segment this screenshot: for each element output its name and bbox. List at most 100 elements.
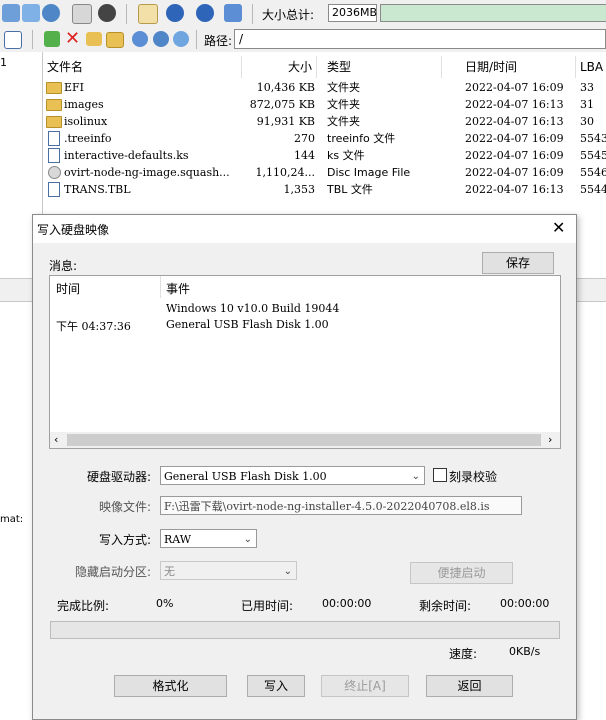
verify-label[interactable]: 刻录校验: [449, 468, 497, 485]
exit-icon[interactable]: [224, 4, 242, 22]
back-button[interactable]: 返回: [426, 675, 513, 697]
scroll-right-icon[interactable]: ›: [548, 433, 552, 446]
column-header-lba[interactable]: LBA: [580, 56, 606, 78]
new-folder-icon[interactable]: [86, 32, 102, 46]
close-icon[interactable]: ✕: [552, 218, 565, 237]
export-icon[interactable]: [138, 4, 158, 24]
hidden-partition-label: 隐藏启动分区:: [75, 565, 152, 579]
folder-icon: [46, 99, 62, 111]
file-type: 文件夹: [327, 115, 360, 128]
completion-value: 0%: [156, 597, 174, 610]
chevron-down-icon: ⌄: [243, 534, 252, 545]
column-header-name[interactable]: 文件名: [47, 56, 242, 78]
open-folder-icon[interactable]: [106, 32, 124, 48]
delete-icon[interactable]: ✕: [65, 28, 80, 49]
file-size: 1,110,24...: [255, 166, 315, 179]
column-header-size[interactable]: 大小: [241, 56, 317, 78]
file-icon-cell: [43, 96, 63, 113]
file-size: 10,436 KB: [256, 81, 315, 94]
file-date: 2022-04-07 16:13: [465, 115, 564, 128]
file-icon-cell: [43, 164, 63, 181]
toolbar-separator: [196, 30, 197, 49]
horizontal-scrollbar[interactable]: ‹ ›: [50, 432, 560, 448]
file-lba: 30: [580, 115, 594, 128]
speed-label: 速度:: [449, 647, 478, 661]
file-row[interactable]: EFI 10,436 KB 文件夹 2022-04-07 16:09 33: [43, 79, 606, 96]
burn-disc-icon[interactable]: [98, 4, 116, 22]
tree-item-fragment[interactable]: 1: [0, 56, 7, 69]
file-lba: 5545: [580, 149, 606, 162]
hidden-partition-value: 无: [164, 565, 175, 578]
file-icon: [48, 182, 60, 197]
scrollbar-thumb[interactable]: [67, 434, 541, 446]
path-input[interactable]: /: [234, 29, 606, 49]
refresh-icon[interactable]: [173, 31, 189, 47]
file-name: images: [64, 98, 104, 111]
file-size: 872,075 KB: [249, 98, 315, 111]
gear-icon[interactable]: [153, 31, 169, 47]
file-row[interactable]: interactive-defaults.ks 144 ks 文件 2022-04-0…: [43, 147, 606, 164]
file-row[interactable]: isolinux 91,931 KB 文件夹 2022-04-07 16:13 30: [43, 113, 606, 130]
file-row[interactable]: images 872,075 KB 文件夹 2022-04-07 16:13 31: [43, 96, 606, 113]
dialog-title: 写入硬盘映像: [37, 223, 110, 237]
add-files-icon[interactable]: [44, 31, 60, 47]
mount-icon[interactable]: [72, 4, 92, 24]
save-button[interactable]: 保存: [482, 252, 554, 274]
file-row[interactable]: TRANS.TBL 1,353 TBL 文件 2022-04-07 16:13 5544: [43, 181, 606, 198]
image-file-field[interactable]: F:\迅雷下载\ovirt-node-ng-installer-4.5.0-20…: [160, 496, 522, 515]
checklist-icon[interactable]: [4, 31, 22, 49]
completion-label: 完成比例:: [57, 599, 110, 613]
scroll-left-icon[interactable]: ‹: [54, 433, 58, 446]
file-date: 2022-04-07 16:09: [465, 81, 564, 94]
file-date: 2022-04-07 16:13: [465, 183, 564, 196]
log-time: 下午 04:37:36: [56, 320, 131, 333]
search-icon[interactable]: [42, 4, 60, 22]
file-size: 144: [294, 149, 315, 162]
log-column-time: 时间: [56, 282, 81, 296]
file-icon-cell: [43, 181, 63, 198]
file-icon-cell: [43, 147, 63, 164]
message-log[interactable]: 时间 事件 Windows 10 v10.0 Build 19044 下午 04…: [49, 275, 561, 449]
remaining-label: 剩余时间:: [419, 599, 472, 613]
hidden-partition-select[interactable]: 无 ⌄: [160, 561, 297, 580]
column-divider: [160, 276, 161, 298]
drive-label: 硬盘驱动器:: [87, 470, 152, 484]
log-event: General USB Flash Disk 1.00: [166, 318, 329, 331]
file-type: 文件夹: [327, 98, 360, 111]
help-icon[interactable]: [196, 4, 214, 22]
quick-boot-button[interactable]: 便捷启动: [410, 562, 513, 584]
dialog-titlebar: 写入硬盘映像 ✕: [33, 215, 576, 243]
chevron-down-icon: ⌄: [283, 566, 292, 577]
file-list[interactable]: 文件名 大小 类型 日期/时间 LBA EFI 10,436 KB 文件夹 2022-…: [43, 52, 606, 217]
speed-value: 0KB/s: [509, 645, 541, 658]
file-type: treeinfo 文件: [327, 132, 396, 145]
file-icon-cell: [43, 130, 63, 147]
chevron-down-icon: ⌄: [411, 471, 420, 482]
file-row[interactable]: ovirt-node-ng-image.squash... 1,110,24...…: [43, 164, 606, 181]
verify-checkbox[interactable]: [433, 468, 447, 482]
write-mode-select[interactable]: RAW ⌄: [160, 529, 257, 548]
file-icon: [48, 131, 60, 146]
write-progress-bar: [50, 621, 560, 639]
file-type: TBL 文件: [327, 183, 373, 196]
abort-button[interactable]: 终止[A]: [321, 675, 409, 697]
elapsed-label: 已用时间:: [241, 599, 294, 613]
file-toolbar: ✕ 路径: /: [0, 27, 606, 53]
file-name: EFI: [64, 81, 85, 94]
file-lba: 5546: [580, 166, 606, 179]
save-icon[interactable]: [2, 4, 20, 22]
column-header-type[interactable]: 类型: [327, 56, 442, 78]
file-row[interactable]: .treeinfo 270 treeinfo 文件 2022-04-07 16:09 5…: [43, 130, 606, 147]
info-icon[interactable]: [166, 4, 184, 22]
extract-icon[interactable]: [132, 31, 148, 47]
file-lba: 31: [580, 98, 594, 111]
file-type: ks 文件: [327, 149, 365, 162]
file-name: isolinux: [64, 115, 108, 128]
size-usage-bar: [380, 4, 606, 22]
drive-select[interactable]: General USB Flash Disk 1.00 ⌄: [160, 466, 425, 485]
properties-icon[interactable]: [22, 4, 40, 22]
write-button[interactable]: 写入: [247, 675, 305, 697]
format-button[interactable]: 格式化: [114, 675, 227, 697]
toolbar-separator: [252, 4, 253, 24]
column-header-date[interactable]: 日期/时间: [465, 56, 576, 78]
